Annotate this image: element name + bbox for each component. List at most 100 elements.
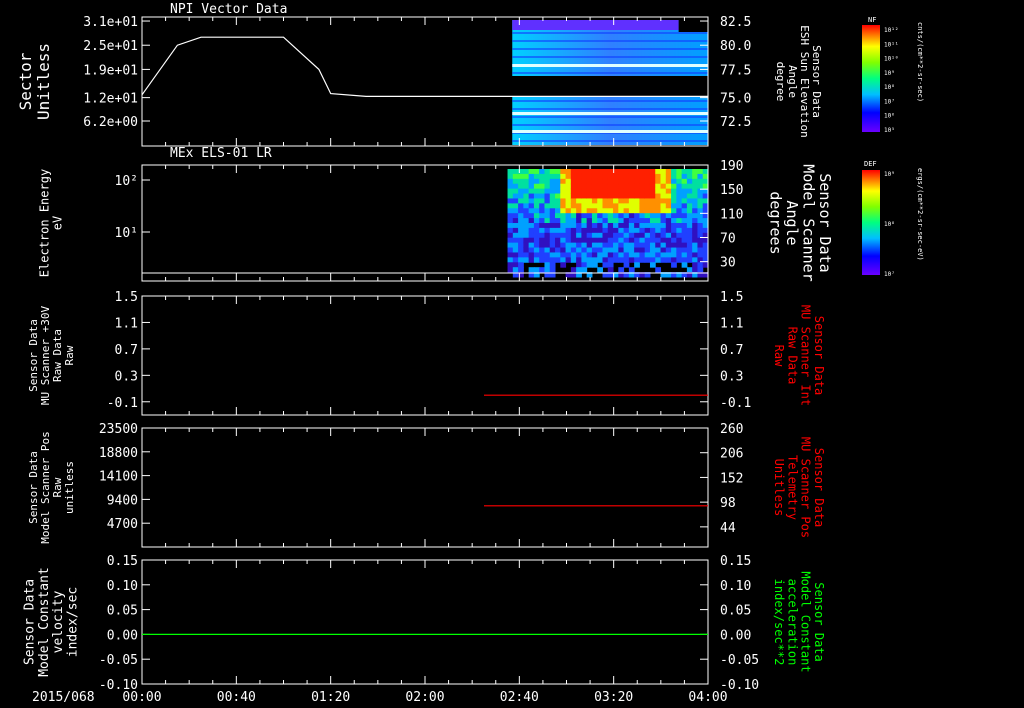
panel-5: 0.150.100.050.00-0.05-0.100.150.100.050.… [99,554,759,693]
panel-3-right-ytick-label: 0.7 [720,343,743,358]
panel-2-right-ytick-label: 30 [720,256,736,271]
panel-1-ytick-label: 3.1e+01 [83,15,138,30]
panel-5-frame [141,559,709,685]
panel-1-ytick-label: 2.5e+01 [83,39,138,54]
panel-4-right-ytick-label: 206 [720,447,743,462]
panel-3-ytick-label: -0.1 [107,396,138,411]
panel-4-right-ytick-label: 152 [720,471,743,486]
panel-1-ytick-label: 6.2e+00 [83,115,138,130]
time-tick-label: 00:40 [217,690,256,705]
panel-1-title: NPI Vector Data [170,2,287,17]
panel-3-frame [141,295,709,416]
panel-2-title: MEx ELS-01 LR [170,146,272,161]
panel-2: 10² 10¹ 190 150 110 70 30 [115,159,743,282]
colorbar-def-tick: 10⁷ [884,271,895,278]
panel-3-ytick-label: 1.1 [115,316,138,331]
panel-5-right-ylabel: Sensor DataModel Constantaccelerationind… [772,571,826,672]
panel-2-right-ytick-label: 110 [720,207,743,222]
panel-2-right-ytick-label: 150 [720,183,743,198]
colorbar-def: DEF 10⁹ 10⁸ 10⁷ ergs/(cm**2-sr-sec-eV) [862,160,924,278]
panel-1-right-ytick-label: 77.5 [720,63,751,78]
multi-panel-plot: NPI Vector Data MEx ELS-01 LR 2015/068 3… [16,2,924,705]
panel-2-right-ytick-label: 70 [720,232,736,247]
panel-5-right-yticks: 0.150.100.050.00-0.05-0.10 [700,554,759,693]
panel-2-ylabel: Electron EnergyeV [37,169,64,277]
colorbar-nf-tick: 10⁸ [884,84,895,91]
panel-5-right-ytick-label: 0.15 [720,554,751,569]
panel-4-ytick-label: 14100 [99,470,138,485]
panel-3: 1.5 1.1 0.7 0.3 -0.1 1.5 1.1 0.7 0.3 -0.1 [107,290,751,416]
panel-3-ytick-label: 0.3 [115,369,138,384]
colorbar-nf-tick: 10¹⁰ [884,56,898,63]
panel-1-yticks: 3.1e+01 2.5e+01 1.9e+01 1.2e+01 6.2e+00 [83,15,150,130]
colorbar-nf-label: NF [868,16,876,24]
panel-5-ylabel: Sensor DataModel Constantvelocityindex/s… [23,567,81,677]
colorbar-nf-tick: 10¹² [884,27,898,34]
panel-2-ytick-label: 10¹ [115,226,138,241]
panel-1-ytick-label: 1.9e+01 [83,63,138,78]
panel-1: 3.1e+01 2.5e+01 1.9e+01 1.2e+01 6.2e+00 82.5 8… [83,15,751,147]
panel-4-ytick-label: 4700 [107,517,138,532]
panel-3-ytick-label: 0.7 [115,343,138,358]
date-label: 2015/068 [32,690,95,705]
panel-3-right-ytick-label: 0.3 [720,369,743,384]
panel-1-right-ytick-label: 80.0 [720,39,751,54]
colorbar-nf-tick: 10⁷ [884,98,895,105]
panel-2-yticks: 10² 10¹ [115,174,150,241]
panel-3-right-ylabel: Sensor DataMU Scanner IntRaw DataRaw [772,305,826,406]
panel-5-ytick-label: 0.05 [107,604,138,619]
panel-1-right-ytick-label: 82.5 [720,15,751,30]
panel-1-right-ytick-label: 75.0 [720,92,751,107]
colorbar-nf-tick: 10⁹ [884,70,895,77]
panel-5-right-ytick-label: 0.10 [720,579,751,594]
colorbar-nf: NF 10¹² 10¹¹ 10¹⁰ 10⁹ 10⁸ 10⁷ 10⁶ 10⁵ cnts/(cm*… [862,16,924,134]
colorbar-def-tick: 10⁸ [884,221,895,228]
panel-4-ytick-label: 9400 [107,493,138,508]
panel-4-ytick-label: 23500 [99,422,138,437]
panel-2-right-ylabel: Sensor DataModel ScannerAngledegrees [766,164,834,281]
panel-1-right-ylabel: Sensor DataESH Sun ElevationAngledegree [774,25,823,138]
panel-5-right-ytick-label: 0.05 [720,604,751,619]
colorbar-nf-scale-label: cnts/(cm**2-sr-sec) [916,22,924,102]
panel-3-right-ytick-label: 1.1 [720,316,743,331]
panel-4-right-ytick-label: 260 [720,422,743,437]
colorbar-nf-tick: 10⁶ [884,113,895,120]
colorbar-def-tick: 10⁹ [884,171,895,178]
panel-3-yticks: 1.5 1.1 0.7 0.3 -0.1 [107,290,150,411]
time-tick-label: 00:00 [122,690,161,705]
panel-2-heatmap [507,169,709,278]
colorbar-def-scale-label: ergs/(cm**2-sr-sec-eV) [916,168,924,261]
panel-1-right-ytick-label: 72.5 [720,115,751,130]
panel-3-ylabel: Sensor DataMU Scanner +30VRaw DataRaw [27,305,76,405]
panel-5-right-ytick-label: 0.00 [720,628,751,643]
panel-5-ytick-label: -0.05 [99,653,138,668]
panel-3-right-ytick-label: -0.1 [720,396,751,411]
panel-5-ytick-label: 0.10 [107,579,138,594]
panel-5-ytick-label: 0.15 [107,554,138,569]
panel-4-right-ytick-label: 44 [720,521,736,536]
colorbar-def-label: DEF [864,160,877,168]
time-tick-label: 01:20 [311,690,350,705]
panel-2-right-ytick-label: 190 [720,159,743,174]
panel-4: 23500 18800 14100 9400 4700 260 206 152 98 44 [99,422,743,548]
time-axis-labels: 00:00 00:40 01:20 02:00 02:40 03:20 04:00 [122,690,727,705]
panel-1-heatmap-lower [512,97,708,145]
panel-4-right-ytick-label: 98 [720,496,736,511]
panel-5-right-ytick-label: -0.05 [720,653,759,668]
time-tick-label: 03:20 [594,690,633,705]
time-tick-label: 02:40 [500,690,539,705]
panel-4-ytick-label: 18800 [99,446,138,461]
panel-4-frame [141,427,709,548]
panel-2-ytick-label: 10² [115,174,138,189]
colorbar-nf-tick: 10⁵ [884,127,895,134]
panel-3-ytick-label: 1.5 [115,290,138,305]
panel-3-right-ytick-label: 1.5 [720,290,743,305]
time-tick-label: 02:00 [405,690,444,705]
panel-5-ytick-label: 0.00 [107,628,138,643]
panel-4-ylabel: Sensor DataModel Scanner PosRawunitless [27,431,76,544]
panel-1-ylabel: SectorUnitless [16,43,53,120]
time-tick-label: 04:00 [688,690,727,705]
panel-4-right-yticks: 260 206 152 98 44 [700,422,743,536]
panel-1-ytick-label: 1.2e+01 [83,92,138,107]
colorbar-nf-tick: 10¹¹ [884,41,898,48]
